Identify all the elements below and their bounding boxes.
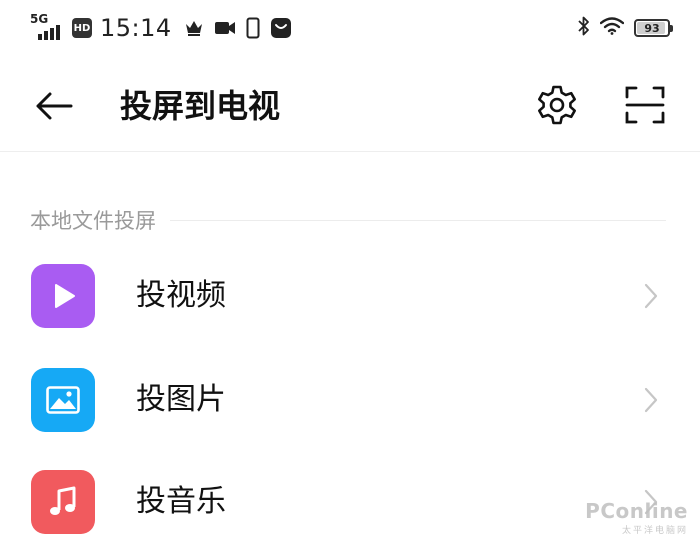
chevron-right-icon: [644, 382, 664, 418]
cellular-signal-icon: 5G: [30, 12, 66, 42]
phone-icon: [246, 17, 260, 39]
page-title: 投屏到电视: [120, 87, 281, 125]
section-divider: [170, 219, 666, 221]
scan-button[interactable]: [620, 80, 670, 130]
section-local-files: 本地文件投屏: [30, 204, 666, 236]
list-item-cast-video[interactable]: 投视频: [0, 248, 700, 348]
bluetooth-icon: [578, 16, 590, 40]
watermark: PConline 太平洋电脑网: [585, 499, 688, 536]
item-label: 投视频: [136, 278, 226, 313]
music-note-icon: [31, 470, 95, 534]
image-icon: [31, 368, 95, 432]
scan-qr-icon: [625, 86, 665, 124]
section-title: 本地文件投屏: [30, 209, 156, 233]
chevron-right-icon: [644, 278, 664, 314]
back-button[interactable]: [30, 82, 78, 130]
gear-icon: [538, 85, 576, 125]
watermark-subtitle: 太平洋电脑网: [621, 526, 688, 536]
network-type-label: 5G: [30, 12, 49, 26]
crown-icon: [184, 19, 204, 37]
battery-icon: 93: [634, 19, 673, 37]
shopping-bag-icon: [270, 17, 292, 39]
battery-level: 93: [644, 21, 660, 35]
watermark-brand: PConline: [585, 499, 688, 523]
app-header: 投屏到电视: [0, 56, 700, 152]
wifi-icon: [599, 17, 625, 39]
status-bar: 5G HD 15:14 93: [0, 0, 700, 56]
item-label: 投音乐: [136, 484, 226, 519]
play-icon: [31, 264, 95, 328]
item-label: 投图片: [136, 382, 226, 417]
hd-voice-icon: HD: [72, 18, 92, 38]
status-time: 15:14: [100, 14, 172, 42]
back-arrow-icon: [36, 92, 73, 120]
settings-button[interactable]: [532, 80, 582, 130]
video-camera-icon: [214, 20, 236, 36]
list-item-cast-image[interactable]: 投图片: [0, 352, 700, 452]
